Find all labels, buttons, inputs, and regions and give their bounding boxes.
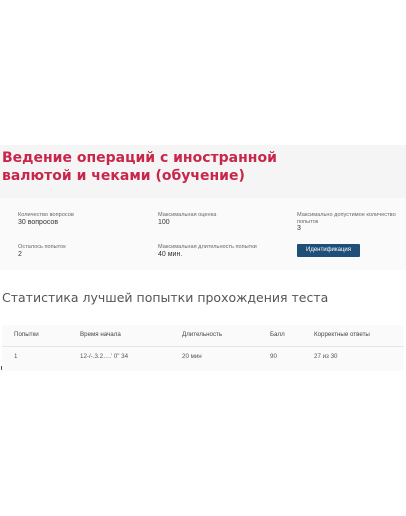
attempts-left-value: 2 [18, 250, 22, 258]
stats-table: Попытки Время начала Длительность Балл К… [2, 325, 404, 371]
stats-title: Статистика лучшей попытки прохождения те… [2, 290, 329, 305]
course-title: Ведение операций с иностранной валютой и… [2, 150, 277, 184]
identification-button[interactable]: Идентификация [297, 244, 360, 257]
column-header-correct-answers: Корректные ответы [314, 331, 370, 338]
column-header-score: Балл [270, 331, 285, 338]
info-max-score: Максимальная оценка 100 [158, 212, 268, 227]
max-attempts-value: 3 [297, 225, 301, 232]
page: Ведение операций с иностранной валютой и… [0, 0, 406, 516]
cell-start-time: 12-/-.3.2….’ 0" 34 [80, 353, 129, 360]
edge-mark [1, 366, 2, 370]
cell-duration: 20 мин [182, 353, 202, 360]
table-row: 1 12-/-.3.2….’ 0" 34 20 мин 90 27 из 30 [2, 347, 404, 367]
cell-correct-answers: 27 из 30 [314, 353, 338, 360]
info-questions: Количество вопросов 30 вопросов [18, 212, 128, 227]
cell-score: 90 [270, 353, 277, 360]
info-max-duration: Максимальная длительность попытки 40 мин… [158, 244, 288, 259]
column-header-attempt: Попытки [14, 331, 39, 338]
column-header-duration: Длительность [182, 331, 223, 338]
cell-attempt: 1 [14, 353, 18, 360]
info-max-attempts: Максимально допустимое количество попыто… [297, 212, 401, 233]
max-duration-value: 40 мин. [158, 250, 183, 258]
max-attempts-label: Максимально допустимое количество попыто… [297, 212, 396, 225]
table-header-row: Попытки Время начала Длительность Балл К… [2, 325, 404, 347]
test-info-panel [0, 198, 406, 270]
max-score-value: 100 [158, 218, 170, 226]
questions-value: 30 вопросов [18, 218, 59, 226]
info-attempts-left: Осталось попыток 2 [18, 244, 128, 259]
column-header-start-time: Время начала [80, 331, 121, 338]
